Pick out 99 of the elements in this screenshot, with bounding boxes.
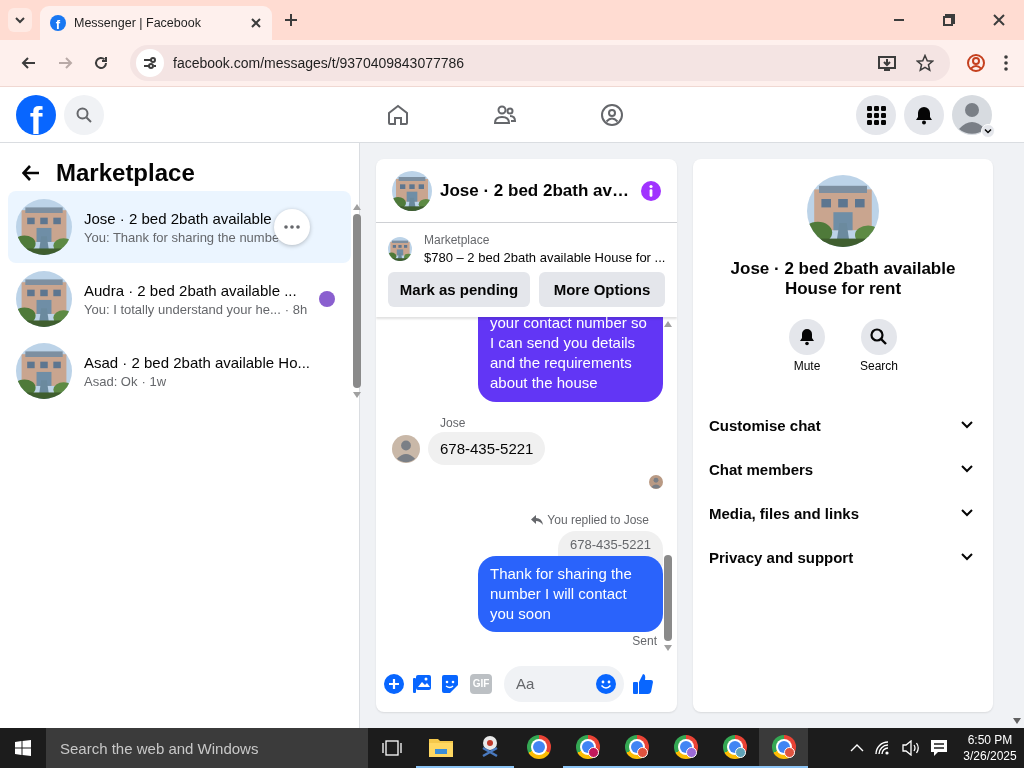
message-preview: You: I totally understand your he... [84, 301, 281, 317]
scroll-up-arrow-icon[interactable] [353, 204, 362, 210]
chevron-down-icon[interactable] [961, 465, 973, 473]
action-button[interactable]: Mark as pending [388, 272, 530, 307]
menu-button[interactable] [856, 94, 896, 135]
section-header[interactable]: Media, files and links [709, 491, 977, 535]
more-icon [284, 225, 300, 229]
address-bar[interactable]: facebook.com/messages/t/9370409843077786 [130, 45, 950, 81]
search-button[interactable] [861, 319, 897, 355]
section-label: Customise chat [709, 416, 821, 434]
section-label: Privacy and support [709, 548, 854, 566]
sender-name: Jose [440, 416, 467, 430]
message-status: Sent [632, 634, 658, 648]
action-button[interactable]: More Options [539, 272, 665, 307]
sticker-icon[interactable] [440, 673, 460, 694]
install-app-icon[interactable] [878, 54, 896, 72]
grid-icon [866, 104, 886, 125]
conversation-title: Asad · 2 bed 2bath available Ho... [84, 353, 311, 371]
volume-icon[interactable] [902, 740, 920, 756]
bell-icon [797, 327, 817, 347]
message-bubble: 678-435-5221 [428, 432, 546, 465]
message-preview: Asad: Ok [84, 373, 138, 389]
chat-title: Jose · 2 bed 2bath av… [440, 180, 630, 201]
search-icon [869, 327, 889, 347]
clock-date: 3/26/2025 [963, 748, 1017, 764]
conversation-item[interactable]: Jose · 2 bed 2bath available You: Thank for sharing the numbe [8, 191, 352, 263]
message-time: · 1w [141, 373, 167, 389]
info-icon[interactable] [641, 180, 661, 201]
tab-list-button[interactable] [8, 8, 32, 32]
folder-icon [428, 737, 453, 757]
groups-icon[interactable] [599, 102, 624, 127]
chevron-down-icon[interactable] [961, 553, 973, 561]
add-icon[interactable] [384, 673, 404, 694]
emoji-icon[interactable] [596, 673, 616, 694]
seen-avatar [649, 475, 663, 489]
conversation-item[interactable]: Asad · 2 bed 2bath available Ho... Asad: Ok · 1w [8, 335, 352, 407]
chevron-down-icon[interactable] [961, 509, 973, 517]
conversation-title: Jose · 2 bed 2bath available [84, 209, 273, 227]
more-menu-icon[interactable] [1004, 55, 1008, 71]
listing-label: Marketplace [424, 233, 491, 247]
new-tab-icon[interactable] [284, 13, 298, 27]
section-label: Media, files and links [709, 504, 860, 522]
site-settings-icon[interactable] [142, 55, 158, 71]
clock-time: 6:50 PM [967, 732, 1013, 748]
conversation-title: Audra · 2 bed 2bath available ... [84, 281, 298, 299]
panel-title: Marketplace [56, 158, 195, 187]
reply-arrow-icon [531, 515, 544, 525]
section-header[interactable]: Customise chat [709, 403, 977, 447]
bell-icon [914, 104, 934, 125]
back-arrow-icon[interactable] [22, 163, 40, 182]
message-preview: You: Thank for sharing the numbe [84, 229, 280, 245]
notifications-button[interactable] [904, 94, 944, 135]
message-bubble: your contact number so I can send you details and the requirements about the house [478, 317, 663, 402]
bookmark-star-icon[interactable] [916, 54, 934, 72]
scroll-up-arrow-icon[interactable] [664, 321, 672, 327]
message-bubble: Thank for sharing the number I will contact you soon [478, 556, 663, 632]
tab-title: Messenger | Facebook [74, 16, 202, 30]
favicon: f [50, 15, 66, 31]
taskbar-search-field[interactable]: Search the web and Windows [46, 728, 368, 768]
browser-icon [526, 735, 551, 759]
message-time: · 8h [284, 301, 308, 317]
chevron-down-icon[interactable] [984, 126, 992, 135]
chevron-down-icon [14, 14, 26, 26]
notification-icon[interactable] [930, 739, 948, 757]
reload-icon[interactable] [93, 55, 109, 71]
home-icon[interactable] [385, 102, 410, 127]
scroll-down-arrow-icon[interactable] [664, 645, 672, 651]
section-header[interactable]: Privacy and support [709, 535, 977, 579]
message-input[interactable]: Aa [504, 665, 624, 702]
sender-avatar [392, 434, 420, 463]
search-icon [76, 106, 92, 123]
section-header[interactable]: Chat members [709, 447, 977, 491]
scrollbar-thumb[interactable] [664, 555, 672, 641]
reply-note: You replied to Jose [547, 513, 649, 527]
scroll-down-arrow-icon[interactable] [353, 392, 362, 398]
conversation-name: Jose · 2 bed 2bath available House for rent [729, 259, 957, 299]
scrollbar-thumb[interactable] [353, 214, 362, 388]
url-text: facebook.com/messages/t/9370409843077786 [173, 55, 466, 71]
scroll-down-arrow-icon[interactable] [1013, 718, 1021, 724]
facebook-logo[interactable]: f [16, 94, 56, 135]
restore-icon[interactable] [943, 14, 955, 26]
taskbar-app[interactable] [759, 728, 808, 768]
listing-title: $780 – 2 bed 2bath available House for ... [424, 250, 666, 265]
browser-tab[interactable]: f Messenger | Facebook [40, 6, 272, 40]
windows-start-icon[interactable] [15, 740, 31, 756]
task-view-icon[interactable] [382, 740, 402, 756]
action-label: Search [860, 359, 898, 373]
photo-icon[interactable] [412, 673, 432, 694]
conversation-item[interactable]: Audra · 2 bed 2bath available ... You: I totally understand your he... · 8h [8, 263, 352, 335]
profile-icon[interactable] [966, 53, 986, 73]
show-hidden-icon[interactable] [850, 744, 864, 752]
like-icon[interactable] [632, 672, 654, 695]
chevron-down-icon[interactable] [961, 421, 973, 429]
action-label: Mute [793, 359, 821, 373]
mute-button[interactable] [789, 319, 825, 355]
profile-avatar [952, 94, 992, 135]
close-icon[interactable] [993, 14, 1005, 26]
section-label: Chat members [709, 460, 814, 478]
back-arrow-icon[interactable] [21, 55, 37, 71]
